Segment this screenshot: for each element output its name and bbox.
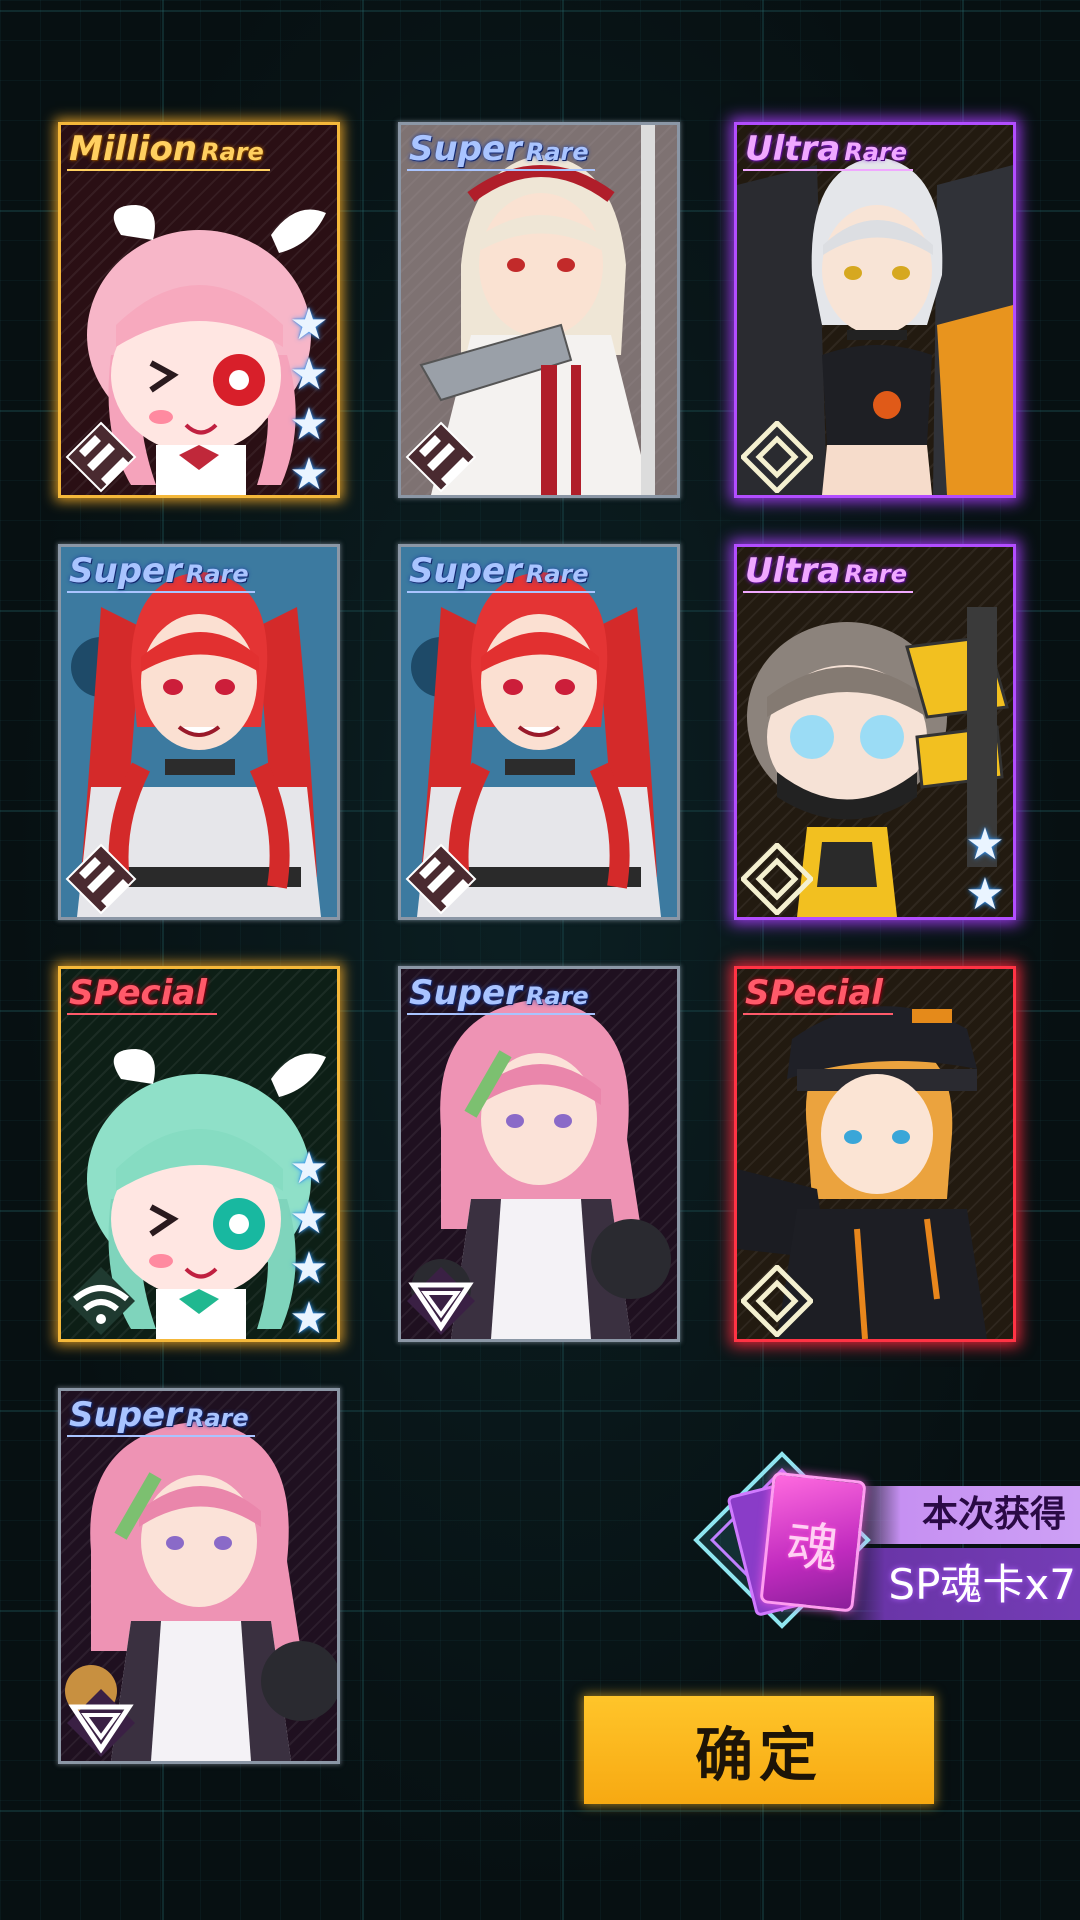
- result-card-4[interactable]: Super Rare: [58, 544, 340, 920]
- star-icon: ★: [289, 1193, 329, 1244]
- soul-card-glyph: 魂: [783, 1514, 842, 1581]
- rarity-label: Ultra Rare: [743, 551, 914, 593]
- star-rating: ★ ★ ★ ★: [287, 299, 331, 498]
- triangle-badge-icon: [67, 1689, 135, 1757]
- result-card-8[interactable]: Super Rare: [398, 966, 680, 1342]
- star-icon: ★: [289, 399, 329, 450]
- star-icon: ★: [289, 1243, 329, 1294]
- rarity-label: Super Rare: [407, 973, 595, 1015]
- stripes-badge-icon: [405, 421, 477, 493]
- rarity-label: Super Rare: [67, 1395, 255, 1437]
- stripes-badge-icon: [65, 843, 137, 915]
- star-icon: ★: [965, 869, 1005, 920]
- confirm-button[interactable]: 确定: [584, 1696, 934, 1804]
- reward-amount: SP魂卡x7: [888, 1560, 1076, 1609]
- result-card-2[interactable]: Super Rare: [398, 122, 680, 498]
- result-card-7[interactable]: SPecial ★ ★ ★ ★: [58, 966, 340, 1342]
- stripes-badge-icon: [65, 421, 137, 493]
- soul-card-icon: 魂: [759, 1471, 867, 1613]
- diamond-badge-icon: [741, 843, 813, 915]
- rarity-label: Super Rare: [407, 551, 595, 593]
- wifi-badge-icon: [67, 1267, 135, 1335]
- rarity-label: SPecial: [743, 973, 893, 1015]
- rarity-label: Super Rare: [67, 551, 255, 593]
- triangle-badge-icon: [407, 1267, 475, 1335]
- rarity-label: Ultra Rare: [743, 129, 914, 171]
- reward-summary-panel: 本次获得 SP魂卡x7 魂: [680, 1432, 1080, 1652]
- rarity-label: SPecial: [67, 973, 217, 1015]
- confirm-button-label: 确定: [694, 1721, 823, 1789]
- gacha-results-screen: Million Rare ★ ★ ★ ★ Super Rare Ultra Ra…: [0, 0, 1080, 1920]
- rarity-label: Super Rare: [407, 129, 595, 171]
- result-card-6[interactable]: Ultra Rare ★ ★: [734, 544, 1016, 920]
- diamond-badge-icon: [741, 421, 813, 493]
- star-icon: ★: [289, 349, 329, 400]
- star-icon: ★: [289, 449, 329, 498]
- star-rating: ★ ★ ★ ★: [287, 1143, 331, 1342]
- star-icon: ★: [289, 1293, 329, 1342]
- star-icon: ★: [965, 819, 1005, 870]
- result-card-10[interactable]: Super Rare: [58, 1388, 340, 1764]
- star-icon: ★: [289, 299, 329, 350]
- result-card-5[interactable]: Super Rare: [398, 544, 680, 920]
- star-icon: ★: [289, 1143, 329, 1194]
- rarity-label: Million Rare: [67, 129, 270, 171]
- result-card-9[interactable]: SPecial: [734, 966, 1016, 1342]
- star-rating: ★ ★: [963, 823, 1007, 917]
- result-card-3[interactable]: Ultra Rare: [734, 122, 1016, 498]
- stripes-badge-icon: [405, 843, 477, 915]
- diamond-badge-icon: [741, 1265, 813, 1337]
- result-card-1[interactable]: Million Rare ★ ★ ★ ★: [58, 122, 340, 498]
- reward-title: 本次获得: [921, 1494, 1066, 1535]
